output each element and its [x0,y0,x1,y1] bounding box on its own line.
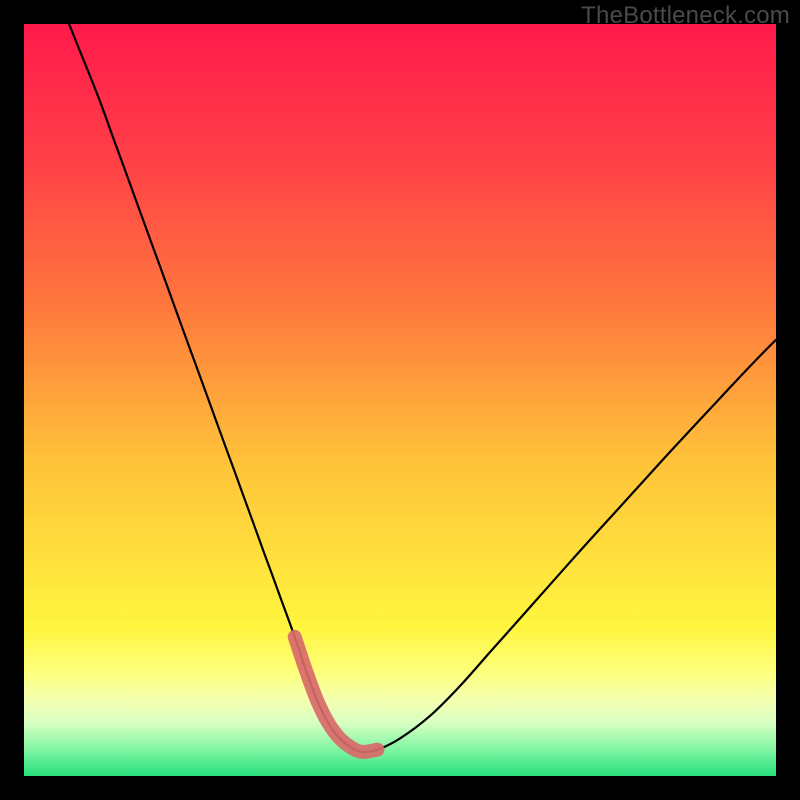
chart-area [24,24,776,776]
chart-svg [24,24,776,776]
gradient-background [24,24,776,776]
watermark-text: TheBottleneck.com [581,2,790,30]
outer-frame: TheBottleneck.com [0,0,800,800]
